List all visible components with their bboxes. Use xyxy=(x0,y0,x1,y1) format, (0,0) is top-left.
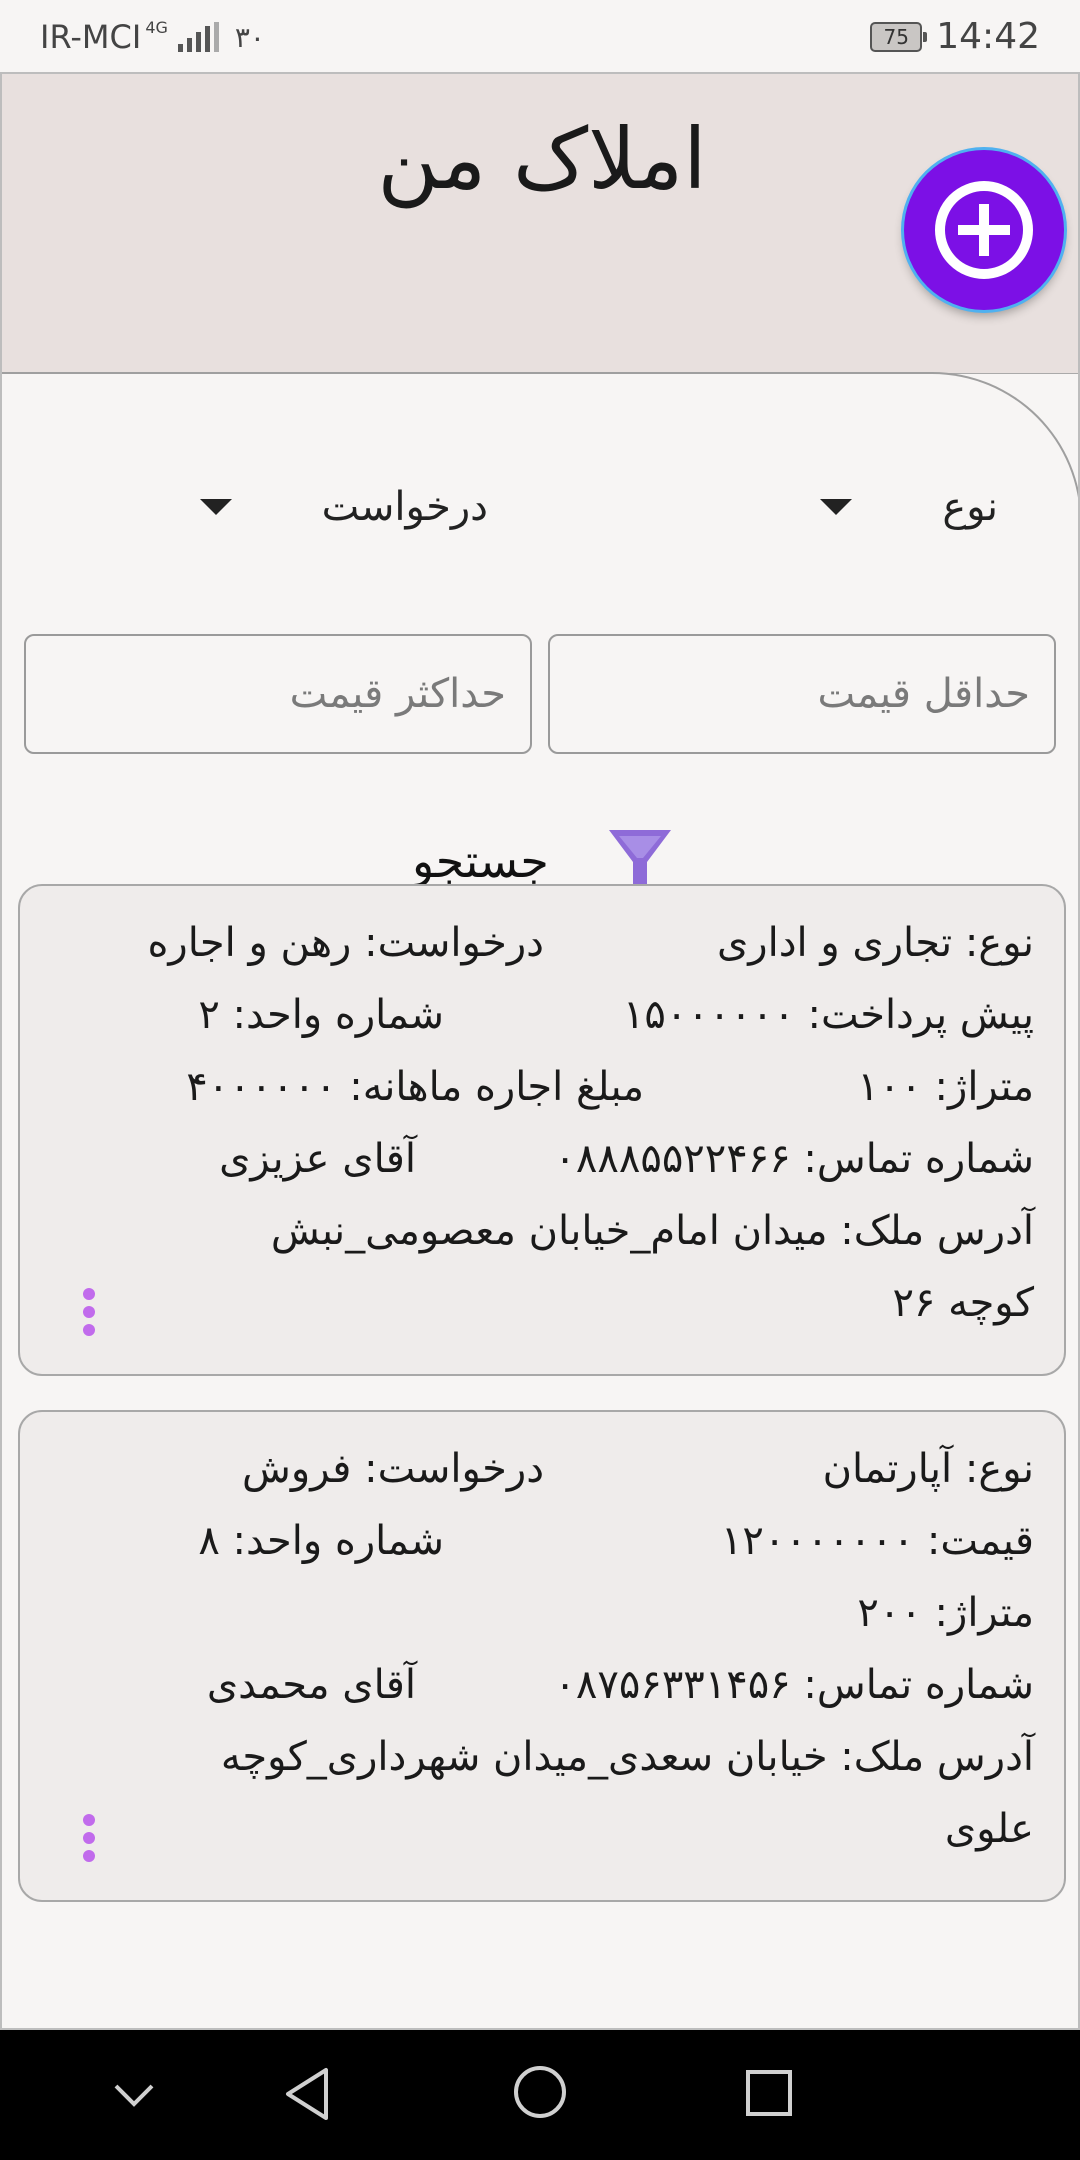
more-menu-icon[interactable] xyxy=(82,1814,96,1862)
listing-type: نوع: آپارتمان xyxy=(822,1446,1034,1492)
listing-price: قیمت: ۱۲۰۰۰۰۰۰۰ xyxy=(720,1518,1034,1564)
listing-phone: شماره تماس: ۰۸۷۵۶۳۳۱۴۵۶ xyxy=(554,1662,1034,1708)
home-icon[interactable] xyxy=(512,2064,568,2120)
listing-unit: شماره واحد: ۸ xyxy=(198,1518,444,1564)
request-dropdown[interactable]: درخواست xyxy=(199,484,488,530)
listing-address-line2: کوچه ۲۶ xyxy=(892,1280,1034,1326)
listing-address: آدرس ملک: میدان امام_خیابان معصومی_نبش xyxy=(270,1208,1034,1254)
listing-rent: مبلغ اجاره ماهانه: ۴۰۰۰۰۰۰ xyxy=(186,1064,644,1110)
type-dropdown[interactable]: نوع xyxy=(820,484,998,530)
recent-apps-icon[interactable] xyxy=(744,2068,794,2118)
listing-card[interactable]: نوع: آپارتمان درخواست: فروش قیمت: ۱۲۰۰۰۰… xyxy=(18,1410,1066,1902)
status-right: 75 14:42 xyxy=(870,16,1040,57)
type-dropdown-label: نوع xyxy=(942,484,998,530)
header: املاک من xyxy=(2,74,1078,374)
network-type: 4G xyxy=(145,17,168,37)
listing-owner: آقای عزیزی xyxy=(219,1136,416,1182)
min-price-input[interactable] xyxy=(548,634,1056,754)
app-frame: املاک من نوع درخواست جستجو نوع: تجاری و … xyxy=(0,72,1080,2030)
status-bar: IR-MCI 4G ۳۰ 75 14:42 xyxy=(0,0,1080,72)
status-left: IR-MCI 4G ۳۰ xyxy=(40,17,265,57)
request-dropdown-label: درخواست xyxy=(321,484,488,530)
listing-area: متراژ: ۲۰۰ xyxy=(857,1590,1034,1636)
listing-price: پیش پرداخت: ۱۵۰۰۰۰۰۰ xyxy=(622,992,1034,1038)
listing-request: درخواست: فروش xyxy=(242,1446,544,1492)
listing-request: درخواست: رهن و اجاره xyxy=(147,920,544,966)
add-property-button[interactable] xyxy=(904,150,1064,310)
clock: 14:42 xyxy=(936,16,1040,57)
listing-owner: آقای محمدی xyxy=(206,1662,416,1708)
listing-phone: شماره تماس: ۰۸۸۸۵۵۲۲۴۶۶ xyxy=(554,1136,1034,1182)
navigation-bar xyxy=(0,2030,1080,2160)
hide-keyboard-icon[interactable] xyxy=(112,2080,156,2110)
signal-icon xyxy=(177,22,219,52)
listing-type: نوع: تجاری و اداری xyxy=(716,920,1034,966)
listing-card[interactable]: نوع: تجاری و اداری درخواست: رهن و اجاره … xyxy=(18,884,1066,1376)
listing-address: آدرس ملک: خیابان سعدی_میدان شهرداری_کوچه xyxy=(220,1734,1034,1780)
chevron-down-icon xyxy=(820,499,853,515)
carrier-name: IR-MCI xyxy=(40,18,142,56)
back-icon[interactable] xyxy=(282,2066,332,2122)
search-label: جستجو xyxy=(412,834,549,888)
battery-icon: 75 xyxy=(870,21,928,52)
chevron-down-icon xyxy=(199,499,232,515)
plus-circle-icon xyxy=(935,181,1033,279)
listing-address-line2: علوی xyxy=(944,1806,1034,1852)
notification-count: ۳۰ xyxy=(234,20,265,54)
listing-unit: شماره واحد: ۲ xyxy=(198,992,444,1038)
listing-area: متراژ: ۱۰۰ xyxy=(857,1064,1034,1110)
max-price-input[interactable] xyxy=(24,634,532,754)
more-menu-icon[interactable] xyxy=(82,1288,96,1336)
